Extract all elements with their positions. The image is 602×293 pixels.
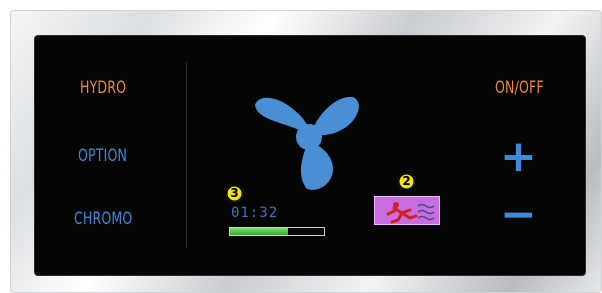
on-off-button[interactable]: ON/OFF: [495, 78, 544, 98]
option-button[interactable]: OPTION: [78, 146, 127, 166]
chromotherapy-mode-icon[interactable]: [374, 196, 440, 225]
fan-icon: [255, 96, 359, 190]
screen-divider: [186, 62, 187, 248]
timer-badge: 3: [226, 185, 243, 202]
timer-progress-bar: [229, 227, 325, 236]
mode-badge: 2: [398, 173, 415, 190]
increase-button[interactable]: +: [500, 135, 537, 179]
timer-display: 01:32: [231, 205, 279, 221]
timer-progress-fill: [230, 228, 289, 235]
chromo-button[interactable]: CHROMO: [74, 209, 132, 229]
hydro-button[interactable]: HYDRO: [80, 78, 126, 98]
decrease-button[interactable]: −: [500, 193, 537, 237]
